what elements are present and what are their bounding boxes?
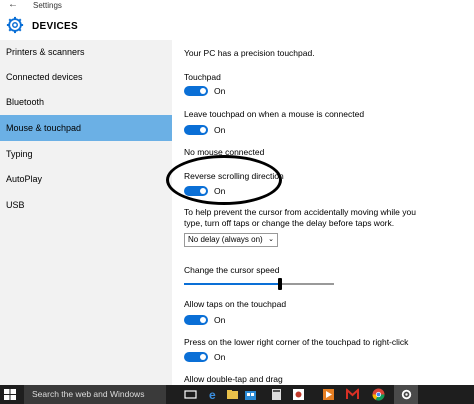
touchpad-label: Touchpad [184,72,221,82]
taskbar-search-box[interactable]: Search the web and Windows [24,385,166,404]
tap-delay-value: No delay (always on) [188,235,263,244]
file-explorer-icon[interactable] [226,388,239,401]
toggle-knob [200,354,206,360]
leave-touchpad-toggle[interactable] [184,125,208,135]
gmail-icon[interactable] [346,388,359,401]
edge-icon[interactable]: e [208,388,221,401]
chevron-down-icon: ⌄ [268,236,274,243]
sidebar-item-usb[interactable]: USB [0,193,172,217]
double-tap-label: Allow double-tap and drag [184,374,283,384]
chrome-icon[interactable] [372,388,385,401]
toggle-knob [200,88,206,94]
highlight-ellipse [166,155,282,205]
slider-fill [184,283,280,285]
settings-content: Your PC has a precision touchpad. Touchp… [172,40,474,385]
cursor-speed-label: Change the cursor speed [184,265,280,275]
right-click-toggle[interactable] [184,352,208,362]
touchpad-toggle[interactable] [184,86,208,96]
touchpad-intro-text: Your PC has a precision touchpad. [184,48,315,58]
camera-app-icon[interactable] [292,388,305,401]
page-header: DEVICES [0,12,474,40]
windows-start-icon[interactable] [4,389,16,400]
leave-touchpad-label: Leave touchpad on when a mouse is connec… [184,109,365,119]
svg-text:e: e [209,388,216,401]
allow-taps-state: On [214,315,226,325]
sidebar-item-typing[interactable]: Typing [0,142,172,166]
allow-taps-label: Allow taps on the touchpad [184,299,287,309]
page-title: DEVICES [32,21,79,32]
store-icon[interactable] [244,388,257,401]
delay-help-line2: type, turn off taps or change the delay … [184,218,395,228]
cursor-speed-slider[interactable] [184,278,334,290]
settings-icon [401,389,412,400]
toggle-knob [200,317,206,323]
gear-icon [6,16,24,34]
taskbar-active-app[interactable] [394,385,418,404]
tap-delay-dropdown[interactable]: No delay (always on) ⌄ [184,233,278,247]
right-click-label: Press on the lower right corner of the t… [184,337,409,347]
allow-taps-toggle[interactable] [184,315,208,325]
leave-touchpad-state: On [214,125,226,135]
calculator-icon[interactable] [270,388,283,401]
taskbar: Search the web and Windows e [0,385,474,404]
slider-thumb[interactable] [278,278,282,290]
touchpad-state: On [214,86,226,96]
task-view-icon[interactable] [184,388,197,401]
title-bar: ← Settings [0,0,474,12]
sidebar-item-connected-devices[interactable]: Connected devices [0,65,172,89]
sidebar-item-autoplay[interactable]: AutoPlay [0,167,172,191]
media-player-icon[interactable] [322,388,335,401]
sidebar-item-mouse-touchpad[interactable]: Mouse & touchpad [0,115,172,141]
right-click-state: On [214,352,226,362]
sidebar: Printers & scanners Connected devices Bl… [0,40,172,385]
window-title: Settings [33,1,62,10]
sidebar-item-printers-scanners[interactable]: Printers & scanners [0,40,172,64]
toggle-knob [200,127,206,133]
back-arrow-icon[interactable]: ← [8,0,18,10]
sidebar-item-bluetooth[interactable]: Bluetooth [0,90,172,114]
delay-help-line1: To help prevent the cursor from accident… [184,207,416,217]
